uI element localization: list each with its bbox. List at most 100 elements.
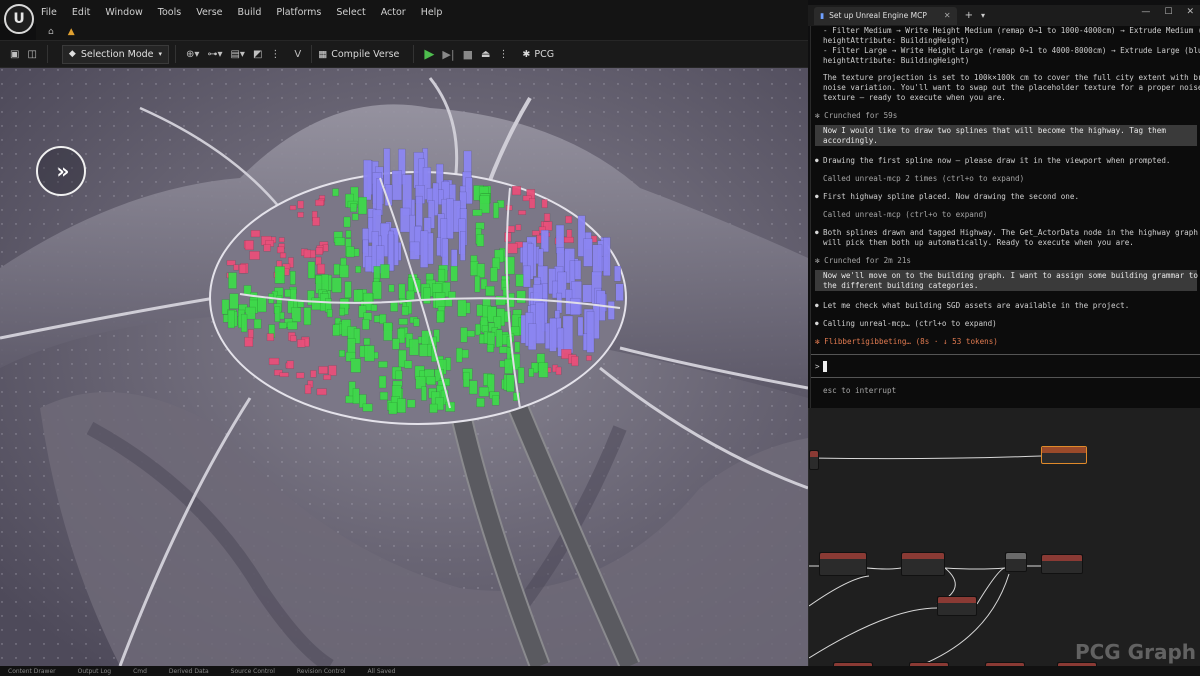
menu-tools[interactable]: Tools [158, 7, 181, 18]
menu-build[interactable]: Build [238, 7, 262, 18]
building [350, 203, 357, 213]
city-scene[interactable] [0, 68, 808, 666]
building [278, 237, 285, 243]
building [459, 231, 466, 261]
assistant-line: Calling unreal-mcp… (ctrl+o to expand) [815, 319, 1194, 329]
add-actor-icon[interactable]: ⊕▾ [182, 44, 203, 64]
compile-verse-button[interactable]: ▦ Compile Verse [318, 49, 399, 60]
building [506, 374, 515, 392]
building [571, 356, 579, 367]
building [350, 358, 361, 373]
verse-icon[interactable]: V [290, 44, 305, 64]
pcg-graph-editor[interactable]: PCG Graph [808, 408, 1200, 666]
building [563, 236, 574, 243]
terminal-line: noise variation. You'll want to swap out… [823, 83, 1200, 92]
fast-forward-icon[interactable]: » [36, 146, 86, 196]
terminal-tab[interactable]: ▮ Set up Unreal Engine MCP ✕ [814, 6, 957, 25]
menu-help[interactable]: Help [421, 7, 443, 18]
eject-icon[interactable]: ⏏ [477, 44, 494, 64]
building [233, 264, 239, 271]
building [582, 284, 593, 303]
content-icon[interactable]: ◫ [23, 44, 40, 64]
play-options-icon[interactable]: ⋮ [494, 44, 512, 64]
building [507, 243, 518, 254]
menu-verse[interactable]: Verse [196, 7, 222, 18]
building [583, 238, 593, 267]
building [460, 327, 468, 343]
building [274, 266, 285, 284]
unreal-logo[interactable]: U [4, 4, 34, 34]
cinematics-icon[interactable]: ▤▾ [226, 44, 248, 64]
selection-mode-dropdown[interactable]: ◆ Selection Mode ▾ [61, 44, 170, 64]
output-log-button[interactable]: Output Log [78, 668, 111, 675]
building [334, 237, 346, 246]
text-cursor [823, 361, 827, 372]
building [370, 304, 378, 312]
graph-node[interactable] [937, 596, 977, 616]
building [607, 301, 615, 320]
menu-actor[interactable]: Actor [381, 7, 406, 18]
claude-terminal[interactable]: - Filter Medium → Write Height Medium (r… [810, 26, 1200, 408]
pcg-button[interactable]: ✱ PCG [522, 49, 554, 60]
building [413, 318, 420, 327]
user-message: Now I would like to draw two splines tha… [815, 125, 1197, 147]
menu-select[interactable]: Select [336, 7, 365, 18]
tab-menu-icon[interactable]: ▾ [981, 11, 985, 20]
new-tab-icon[interactable]: + [965, 10, 973, 21]
graph-node[interactable] [901, 552, 945, 576]
building [556, 292, 563, 314]
menu-file[interactable]: File [41, 7, 57, 18]
source-control-button[interactable]: Source Control [231, 668, 275, 675]
content-drawer-button[interactable]: Content Drawer [8, 668, 56, 675]
building [450, 265, 458, 282]
building [276, 260, 283, 268]
save-status: All Saved [367, 667, 396, 675]
building [603, 237, 611, 277]
graph-node[interactable] [819, 552, 867, 576]
graph-node[interactable] [1041, 554, 1083, 574]
layers-icon[interactable]: ◩ [249, 44, 266, 64]
building [532, 230, 540, 236]
graph-node[interactable] [1005, 552, 1027, 572]
building [508, 293, 515, 308]
step-icon[interactable]: ▶| [438, 44, 458, 64]
stop-icon[interactable]: ■ [459, 44, 477, 64]
close-window-icon[interactable]: ✕ [1186, 7, 1194, 17]
cmd-input[interactable]: Cmd [133, 668, 147, 675]
building [401, 306, 409, 316]
warning-icon[interactable]: ▲ [68, 27, 75, 37]
blueprint-icon[interactable]: ⊶▾ [203, 44, 226, 64]
play-icon[interactable]: ▶ [420, 44, 438, 64]
building [378, 361, 388, 368]
minimize-icon[interactable]: — [1141, 7, 1150, 17]
revision-control-button[interactable]: Revision Control [297, 668, 346, 675]
graph-node[interactable] [809, 450, 819, 470]
save-icon[interactable]: ▣ [6, 44, 23, 64]
building [446, 198, 454, 239]
prompt-input[interactable]: > [811, 354, 1200, 378]
building [343, 216, 351, 228]
building [516, 290, 526, 304]
building [435, 292, 446, 309]
menu-edit[interactable]: Edit [72, 7, 90, 18]
close-tab-icon[interactable]: ✕ [944, 11, 951, 20]
building [310, 370, 317, 378]
building [244, 337, 254, 347]
building [379, 391, 388, 401]
terminal-line: heightAttribute: BuildingHeight) [823, 36, 970, 45]
building [544, 213, 551, 222]
more-options-icon[interactable]: ⋮ [266, 44, 284, 64]
maximize-icon[interactable]: ☐ [1164, 7, 1172, 17]
building [407, 399, 416, 408]
building [528, 368, 534, 377]
menu-window[interactable]: Window [105, 7, 142, 18]
building [457, 299, 467, 317]
graph-node-selected[interactable] [1041, 446, 1087, 464]
home-icon[interactable]: ⌂ [48, 27, 54, 37]
menu-platforms[interactable]: Platforms [276, 7, 321, 18]
derived-data-button[interactable]: Derived Data [169, 668, 209, 675]
status-line: ✻ Crunched for 59s [815, 111, 898, 120]
level-viewport[interactable]: » [0, 68, 808, 666]
wire [866, 567, 902, 570]
building [476, 234, 485, 247]
